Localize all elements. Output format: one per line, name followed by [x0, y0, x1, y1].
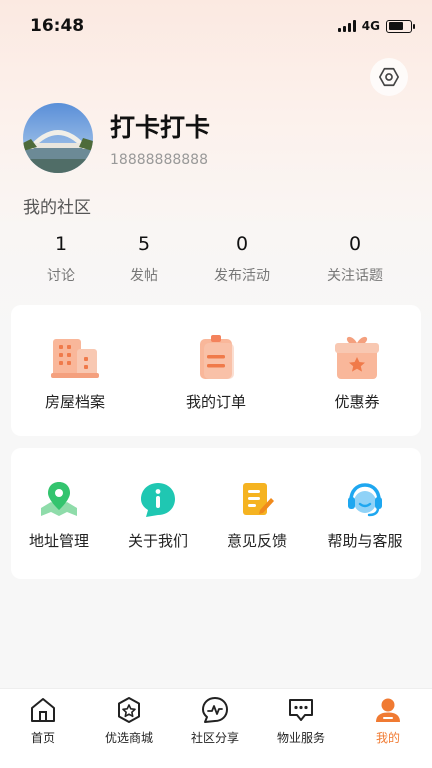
tab-community-share[interactable]: 社区分享 [172, 695, 258, 746]
home-icon [31, 698, 55, 722]
tab-label: 优选商城 [104, 731, 153, 745]
stat-topics[interactable]: 0 关注话题 [305, 233, 405, 285]
coupons-button[interactable]: 优惠券 [317, 333, 397, 412]
signal-icon [337, 20, 356, 32]
network-type: 4G [361, 19, 380, 33]
tile-label: 意见反馈 [226, 532, 287, 550]
tile-label: 关于我们 [127, 532, 188, 550]
stat-value: 5 [137, 233, 151, 255]
feedback-button[interactable]: 意见反馈 [221, 480, 293, 551]
tile-label: 优惠券 [334, 393, 380, 411]
my-orders-button[interactable]: 我的订单 [176, 333, 256, 412]
community-title: 我的社区 [23, 198, 91, 218]
about-us-button[interactable]: 关于我们 [122, 480, 194, 551]
quick-links-card: 房屋档案 我的订单 优惠券 [11, 305, 421, 436]
battery-icon [386, 19, 415, 33]
tab-label: 物业服务 [276, 731, 325, 745]
tile-label: 地址管理 [28, 532, 89, 550]
tile-label: 帮助与客服 [327, 532, 403, 550]
tab-property-service[interactable]: 物业服务 [258, 695, 344, 746]
info-icon [141, 483, 175, 517]
gear-icon [379, 67, 399, 87]
person-icon [376, 698, 400, 722]
building-icon [51, 339, 99, 378]
address-management-button[interactable]: 地址管理 [23, 480, 95, 551]
order-clipboard-icon [200, 335, 234, 379]
feedback-edit-icon [243, 483, 274, 515]
stat-value: 0 [348, 233, 362, 255]
tab-label: 首页 [30, 731, 55, 745]
message-dots-icon [289, 699, 313, 721]
house-records-button[interactable]: 房屋档案 [35, 333, 115, 412]
stat-activities[interactable]: 0 发布活动 [192, 233, 292, 285]
chat-pulse-icon [202, 697, 228, 723]
avatar[interactable] [23, 103, 93, 173]
tab-mine[interactable]: 我的 [345, 695, 431, 746]
tab-home[interactable]: 首页 [0, 695, 86, 746]
status-bar: 16:48 4G [0, 0, 432, 52]
map-pin-icon [41, 482, 77, 516]
stat-value: 0 [235, 233, 249, 255]
stat-label: 发布活动 [214, 268, 270, 284]
tile-label: 我的订单 [185, 393, 246, 411]
community-stats: 1 讨论 5 发帖 0 发布活动 0 关注话题 [0, 233, 432, 293]
help-support-button[interactable]: 帮助与客服 [320, 480, 410, 551]
status-indicators: 4G [337, 19, 415, 33]
stat-label: 关注话题 [327, 268, 383, 284]
settings-button[interactable] [370, 58, 408, 96]
stat-posts[interactable]: 5 发帖 [94, 233, 194, 285]
tile-label: 房屋档案 [44, 393, 105, 411]
tab-label: 社区分享 [190, 731, 239, 745]
tab-mall[interactable]: 优选商城 [86, 695, 172, 746]
bottom-tab-bar: 首页 优选商城 社区分享 物业服务 我的 [0, 688, 432, 768]
user-name: 打卡打卡 [110, 113, 211, 142]
headset-icon [348, 483, 382, 517]
star-badge-icon [118, 697, 140, 723]
user-phone: 18888888888 [110, 152, 208, 168]
tab-label: 我的 [375, 731, 400, 745]
services-card: 地址管理 关于我们 意见反馈 帮助与客服 [11, 448, 421, 579]
status-time: 16:48 [30, 16, 85, 36]
stat-label: 发帖 [130, 268, 158, 284]
gift-coupon-icon [335, 336, 379, 379]
